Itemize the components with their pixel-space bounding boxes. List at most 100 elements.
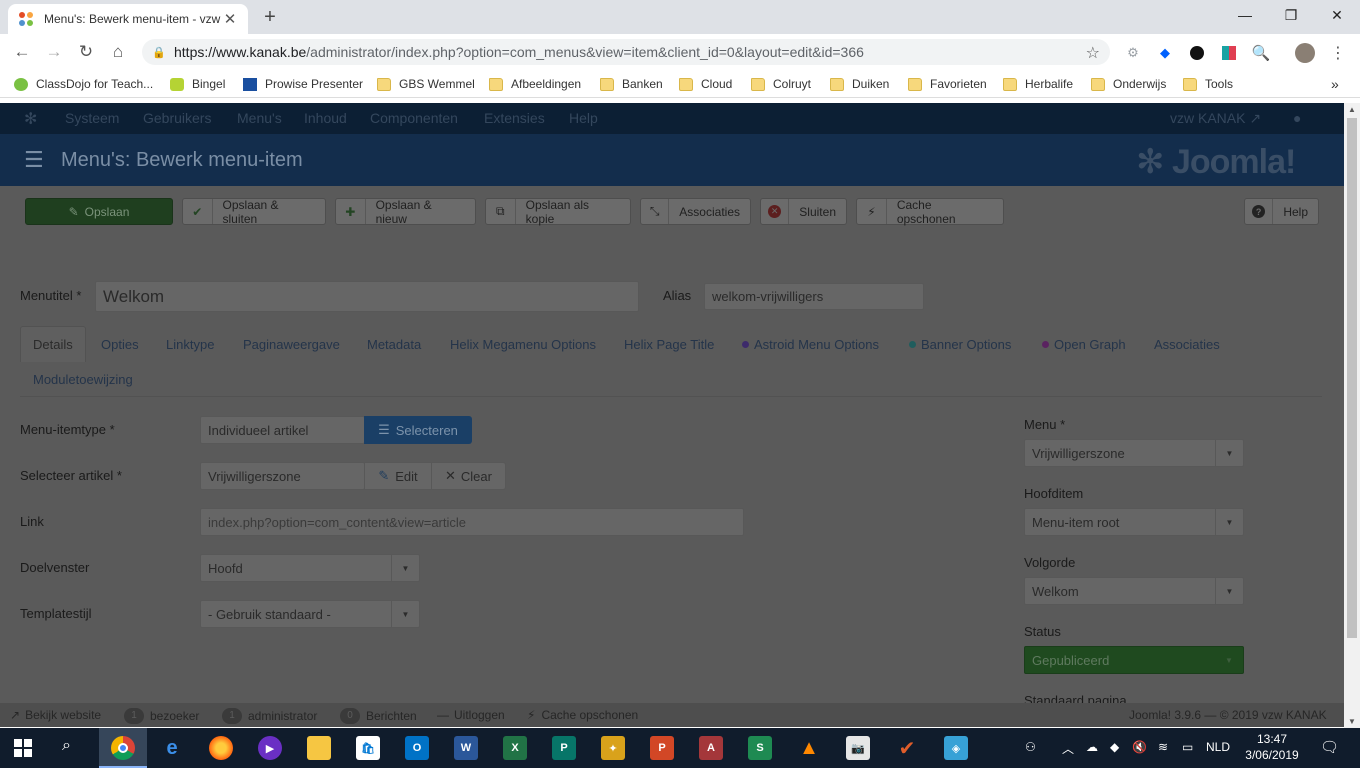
status-select[interactable]: Gepubliceerd ▼ (1024, 646, 1244, 674)
bookmark-duiken[interactable]: Duiken (830, 75, 889, 93)
bookmark-tools[interactable]: Tools (1183, 75, 1233, 93)
clear-article-button[interactable]: ✕ Clear (431, 462, 506, 490)
minimize-icon[interactable]: — (1222, 0, 1268, 30)
volume-muted-icon[interactable]: 🔇 (1132, 740, 1147, 754)
back-icon[interactable]: ← (10, 40, 34, 64)
menu-title-input[interactable]: Welkom (95, 281, 639, 312)
tab-helix-page-title[interactable]: Helix Page Title (624, 337, 714, 352)
tab-banner-options[interactable]: Banner Options (909, 337, 1011, 352)
parent-item-select[interactable]: Menu-item root ▼ (1024, 508, 1244, 536)
nav-inhoud[interactable]: Inhoud (304, 110, 347, 126)
notifications-icon[interactable]: 🗨 (1320, 738, 1339, 756)
bookmark-gbs-wemmel[interactable]: GBS Wemmel (377, 75, 475, 93)
bookmark-onderwijs[interactable]: Onderwijs (1091, 75, 1166, 93)
extension-gear-icon[interactable]: ⚙ (1123, 43, 1143, 63)
view-site-link[interactable]: ↗ Bekijk website (10, 708, 101, 722)
store-icon[interactable]: 🛍 (356, 736, 380, 760)
bookmark-afbeeldingen[interactable]: Afbeeldingen (489, 75, 581, 93)
nav-extensies[interactable]: Extensies (484, 110, 545, 126)
target-select[interactable]: Hoofd ▼ (200, 554, 420, 582)
logout-link[interactable]: — Uitloggen (437, 708, 505, 722)
bookmark-colruyt[interactable]: Colruyt (751, 75, 811, 93)
tab-linktype[interactable]: Linktype (166, 337, 214, 352)
save-copy-button[interactable]: ⧉ Opslaan als kopie (485, 198, 631, 226)
window-close-icon[interactable]: ✕ (1314, 0, 1360, 30)
people-icon[interactable]: ⚇ (1025, 740, 1036, 754)
more-bookmarks-icon[interactable]: » (1331, 75, 1339, 93)
nav-help[interactable]: Help (569, 110, 598, 126)
bookmark-banken[interactable]: Banken (600, 75, 663, 93)
tray-expand-icon[interactable]: ︿ (1062, 740, 1074, 757)
media-player-icon[interactable]: ▶ (258, 736, 282, 760)
menu-select[interactable]: Vrijwilligerszone ▼ (1024, 439, 1244, 467)
browser-tab[interactable]: Menu's: Bewerk menu-item - vzw ✕ (8, 4, 248, 34)
onedrive-icon[interactable]: ☁ (1086, 740, 1098, 754)
new-tab-icon[interactable]: + (260, 6, 280, 28)
outlook-icon[interactable]: O (405, 736, 429, 760)
powerpoint-icon[interactable]: P (650, 736, 674, 760)
windows-start-icon[interactable] (14, 739, 32, 757)
user-menu-icon[interactable]: ● (1293, 110, 1301, 126)
ordering-select[interactable]: Welkom ▼ (1024, 577, 1244, 605)
associations-button[interactable]: ⤡ Associaties (640, 198, 751, 225)
browser-menu-icon[interactable]: ⋮ (1328, 43, 1348, 63)
tab-open-graph[interactable]: Open Graph (1042, 337, 1126, 352)
tab-opties[interactable]: Opties (101, 337, 139, 352)
bookmark-classdojo[interactable]: ClassDojo for Teach... (14, 75, 153, 93)
photos-icon[interactable]: ✦ (601, 736, 625, 760)
tab-close-icon[interactable]: ✕ (222, 10, 238, 28)
admins-count[interactable]: 1 administrator (222, 708, 317, 724)
sway-icon[interactable]: S (748, 736, 772, 760)
visitors-count[interactable]: 1 bezoeker (124, 708, 199, 724)
excel-icon[interactable]: X (503, 736, 527, 760)
tab-details[interactable]: Details (33, 337, 73, 352)
address-bar[interactable]: 🔒 https://www.kanak.be/administrator/ind… (142, 39, 1110, 65)
wifi-icon[interactable]: ≋ (1158, 740, 1168, 754)
nav-systeem[interactable]: Systeem (65, 110, 119, 126)
save-button[interactable]: ✎ Opslaan (25, 198, 173, 225)
nav-componenten[interactable]: Componenten (370, 110, 458, 126)
battery-icon[interactable]: ▭ (1182, 740, 1193, 754)
scrollbar-thumb[interactable] (1347, 118, 1357, 638)
access-icon[interactable]: A (699, 736, 723, 760)
status-clear-cache-link[interactable]: ⚡ Cache opschonen (527, 708, 638, 722)
tab-paginaweergave[interactable]: Paginaweergave (243, 337, 340, 352)
search-icon[interactable]: ⌕ (62, 737, 71, 755)
word-icon[interactable]: W (454, 736, 478, 760)
language-indicator[interactable]: NLD (1206, 740, 1230, 754)
help-button[interactable]: ? Help (1244, 198, 1319, 225)
publisher-icon[interactable]: P (552, 736, 576, 760)
bookmark-favorieten[interactable]: Favorieten (908, 75, 987, 93)
extension-color-icon[interactable] (1219, 43, 1239, 63)
bookmark-bingel[interactable]: Bingel (170, 75, 225, 93)
clock[interactable]: 13:47 3/06/2019 (1240, 731, 1304, 763)
file-explorer-icon[interactable] (307, 736, 331, 760)
zoom-extension-icon[interactable]: 🔍 (1251, 43, 1271, 63)
profile-avatar[interactable] (1295, 43, 1315, 63)
remote-desktop-icon[interactable]: ◈ (944, 736, 968, 760)
clear-cache-button[interactable]: ⚡ Cache opschonen (856, 198, 1004, 226)
tasks-check-icon[interactable]: ✔ (895, 736, 919, 760)
page-scrollbar[interactable]: ▲ ▼ (1344, 103, 1360, 728)
scroll-up-icon[interactable]: ▲ (1348, 105, 1356, 114)
select-type-button[interactable]: ☰ Selecteren (364, 416, 472, 444)
bookmark-cloud[interactable]: Cloud (679, 75, 732, 93)
dropbox-icon[interactable]: ◆ (1155, 43, 1175, 63)
tab-astroid-menu-options[interactable]: Astroid Menu Options (742, 337, 879, 352)
home-icon[interactable]: ⌂ (106, 40, 130, 64)
tab-associaties[interactable]: Associaties (1154, 337, 1220, 352)
camera-icon[interactable]: 📷 (846, 736, 870, 760)
messages-count[interactable]: 0 Berichten (340, 708, 417, 724)
firefox-icon[interactable] (209, 736, 233, 760)
restore-icon[interactable]: ❐ (1268, 0, 1314, 30)
forward-icon[interactable]: → (42, 40, 66, 64)
tab-moduletoewijzing[interactable]: Moduletoewijzing (33, 372, 133, 387)
save-close-button[interactable]: ✔ Opslaan & sluiten (182, 198, 326, 226)
save-new-button[interactable]: ✚ Opslaan & nieuw (335, 198, 476, 226)
scroll-down-icon[interactable]: ▼ (1348, 717, 1356, 726)
template-style-select[interactable]: - Gebruik standaard - ▼ (200, 600, 420, 628)
vlc-icon[interactable]: ▲ (797, 736, 821, 760)
edit-article-button[interactable]: ✎ Edit (364, 462, 432, 490)
dropbox-tray-icon[interactable]: ◆ (1110, 740, 1119, 754)
alias-input[interactable]: welkom-vrijwilligers (704, 283, 924, 310)
